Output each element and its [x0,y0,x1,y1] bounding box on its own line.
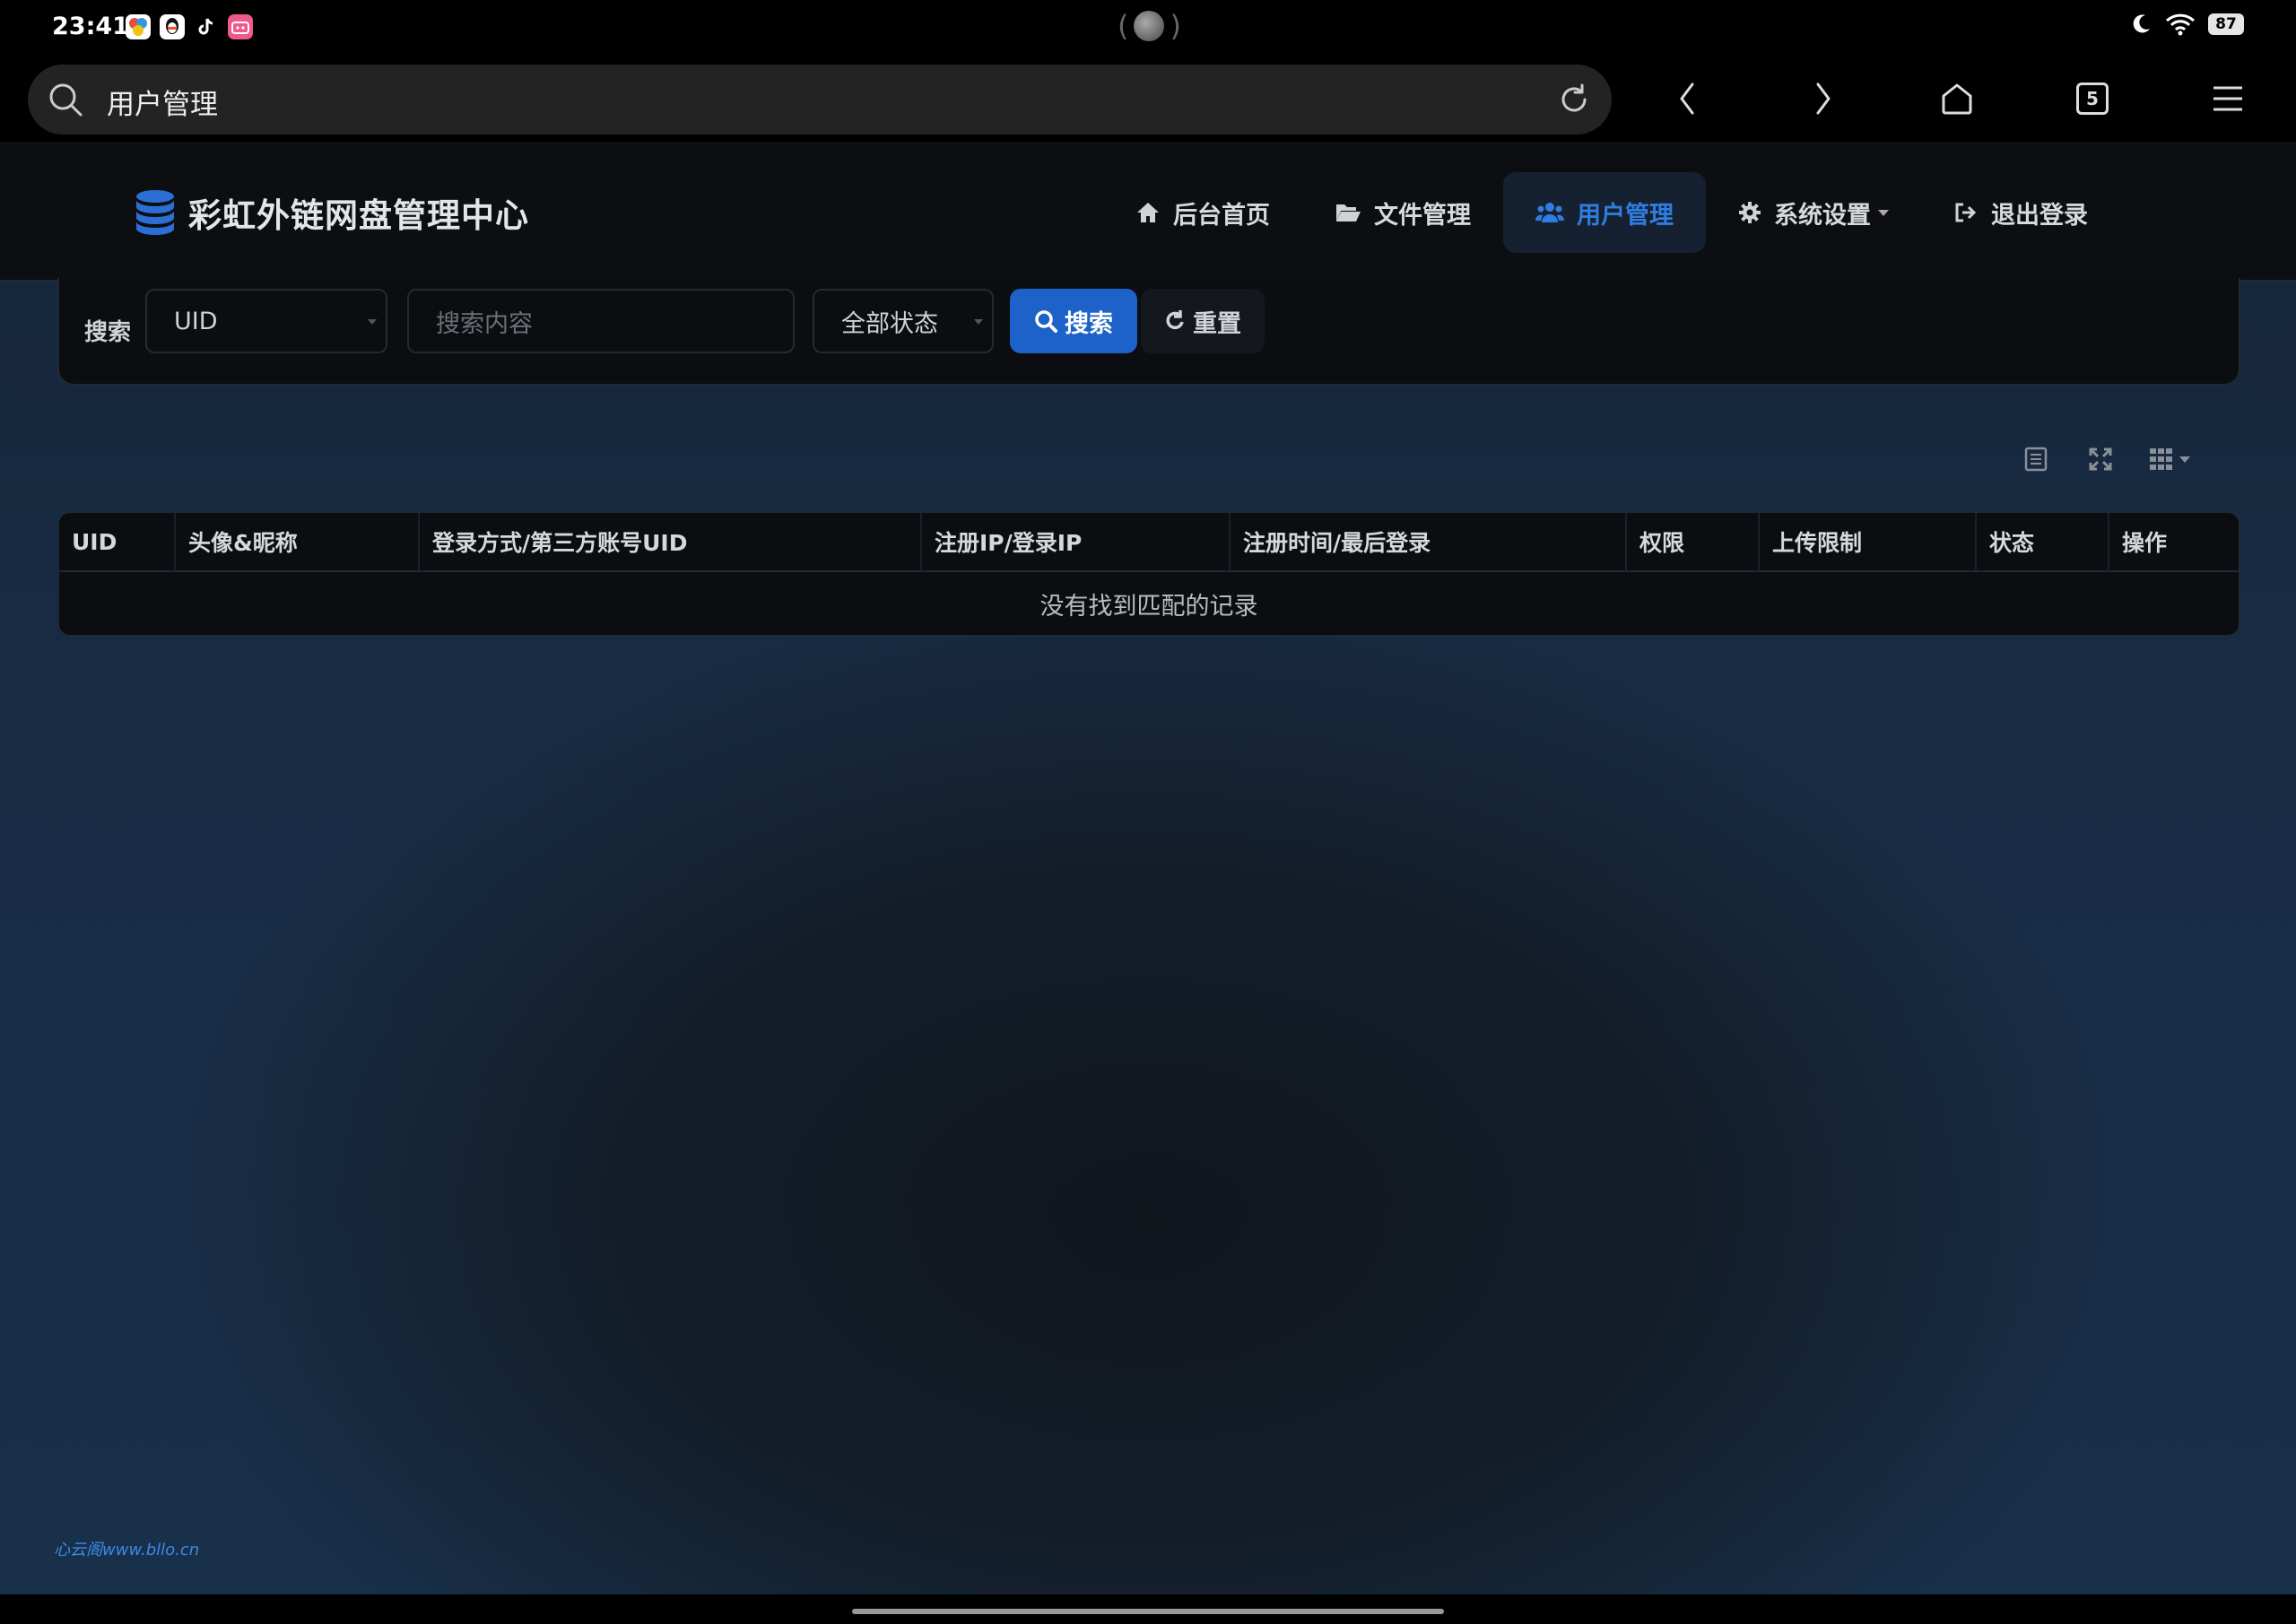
column-header-avatar-nickname[interactable]: 头像&昵称 [176,513,420,570]
column-header-login-method[interactable]: 登录方式/第三方账号UID [420,513,922,570]
search-icon [49,83,83,117]
brand[interactable]: 彩虹外链网盘管理中心 [135,188,529,237]
search-input[interactable]: 搜索内容 [407,289,795,353]
fullscreen-icon [2089,447,2112,471]
chevron-down-icon [974,319,983,325]
nav-item-label: 退出登录 [1991,201,2088,230]
chevron-down-icon [368,319,377,325]
nav-item-settings[interactable]: 系统设置 [1706,172,1921,253]
nav-item-files[interactable]: 文件管理 [1302,172,1503,253]
sign-out-icon [1955,203,1977,222]
empty-state-row: 没有找到匹配的记录 [1039,592,1258,621]
home-icon [1137,203,1159,222]
app-navbar: 彩虹外链网盘管理中心 后台首页 文件管理 用户管理 系统设置 退出登录 [0,142,2296,282]
list-view-icon [2024,447,2048,472]
nav-item-users[interactable]: 用户管理 [1503,172,1706,253]
home-button[interactable] [1934,75,1980,122]
column-header-ip[interactable]: 注册IP/登录IP [922,513,1231,570]
brand-title: 彩虹外链网盘管理中心 [188,196,529,235]
status-app-icons [126,14,253,39]
back-icon [1680,83,1694,115]
tabs-button[interactable]: 5 [2069,75,2116,122]
column-header-time[interactable]: 注册时间/最后登录 [1231,513,1627,570]
columns-grid-icon [2150,448,2172,470]
database-icon [136,190,174,235]
refresh-icon [1166,310,1184,330]
watermark: 心云阁www.bllo.cn [54,1541,200,1559]
bilibili-style-icon [228,14,253,39]
forward-button[interactable] [1799,75,1846,122]
table-toolbar [2004,434,2206,484]
status-select[interactable]: 全部状态 [813,289,994,353]
table-header: UID 头像&昵称 登录方式/第三方账号UID 注册IP/登录IP 注册时间/最… [59,513,2239,572]
reload-icon[interactable] [1554,80,1594,119]
column-header-upload-limit[interactable]: 上传限制 [1760,513,1977,570]
search-panel: 搜索 UID 搜索内容 全部状态 搜索 重置 [57,278,2240,386]
tiktok-icon [194,14,219,39]
browser-toolbar: 用户管理 5 [0,56,2296,142]
nav-item-dashboard[interactable]: 后台首页 [1103,172,1302,253]
column-header-permission[interactable]: 权限 [1627,513,1760,570]
menu-icon [2213,86,2242,111]
moon-icon [2133,14,2150,33]
status-bar: 23:41 () 87 [0,0,2296,56]
status-time: 23:41 [52,13,129,40]
toggle-view-button[interactable] [2004,434,2068,484]
address-bar[interactable]: 用户管理 [28,65,1612,135]
colorful-app-icon [126,14,151,39]
home-indicator[interactable] [852,1609,1444,1614]
column-header-actions: 操作 [2122,530,2168,556]
web-page: 彩虹外链网盘管理中心 后台首页 文件管理 用户管理 系统设置 退出登录 搜索 U… [0,142,2296,1594]
battery-icon: 87 [2208,13,2244,35]
tabs-icon: 5 [2076,83,2109,115]
menu-button[interactable] [2205,75,2251,122]
chevron-down-icon [2179,456,2190,463]
nav-item-label: 文件管理 [1374,201,1471,230]
bottom-bar [0,1594,2296,1624]
qq-icon [160,14,185,39]
front-camera: () [1118,9,1181,43]
columns-button[interactable] [2133,434,2206,484]
column-header-status[interactable]: 状态 [1977,513,2109,570]
reset-button[interactable]: 重置 [1141,289,1265,353]
wifi-icon [2165,13,2196,36]
nav-item-label: 用户管理 [1577,201,1674,230]
home-icon [1942,83,1972,115]
nav-item-label: 后台首页 [1173,201,1270,230]
search-icon [1035,310,1057,333]
users-icon [1535,203,1564,222]
address-text: 用户管理 [107,89,218,121]
column-header-uid[interactable]: UID [59,513,176,570]
search-button[interactable]: 搜索 [1010,289,1137,353]
fullscreen-button[interactable] [2068,434,2133,484]
nav-item-label: 系统设置 [1774,201,1871,230]
folder-open-icon [1336,204,1361,221]
back-button[interactable] [1665,75,1711,122]
main-nav: 后台首页 文件管理 用户管理 系统设置 退出登录 [1103,172,2120,253]
search-field-select[interactable]: UID [145,289,387,353]
chevron-down-icon [1878,209,1889,216]
search-label: 搜索 [84,319,132,346]
forward-icon [1816,83,1831,115]
gear-icon [1739,202,1761,223]
users-table: UID 头像&昵称 登录方式/第三方账号UID 注册IP/登录IP 注册时间/最… [57,511,2240,637]
nav-item-logout[interactable]: 退出登录 [1921,172,2120,253]
